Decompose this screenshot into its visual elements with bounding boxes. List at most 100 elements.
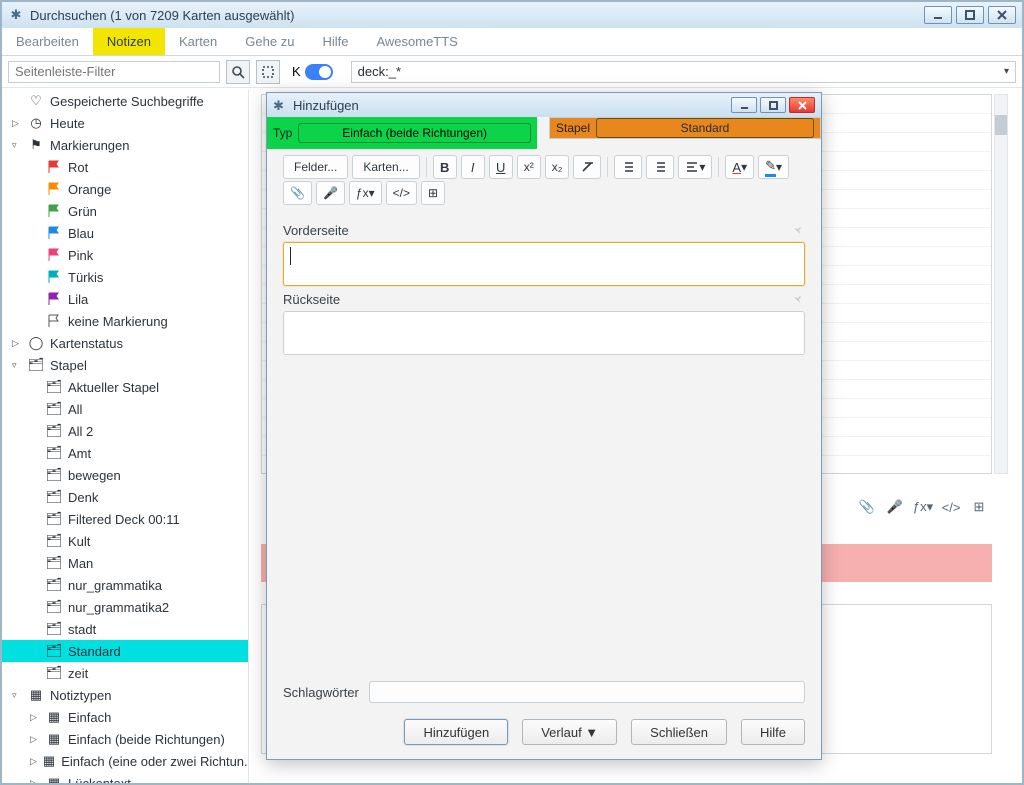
- highlight-color-button[interactable]: ✎▾: [758, 155, 789, 179]
- close-button-dlg[interactable]: Schließen: [631, 719, 727, 745]
- search-query-combo[interactable]: deck:_* ▾: [351, 61, 1016, 83]
- clock-icon: ◷: [28, 115, 44, 131]
- tree-decks-header[interactable]: ▿🗂Stapel: [2, 354, 248, 376]
- align-button[interactable]: ▾: [678, 155, 712, 179]
- expander-icon[interactable]: ▷: [30, 778, 40, 784]
- record-button[interactable]: 🎤: [316, 181, 345, 205]
- flag-rot[interactable]: Rot: [2, 156, 248, 178]
- ul-list-button[interactable]: [614, 155, 642, 179]
- text-color-button[interactable]: A▾: [725, 155, 754, 179]
- deck-nurg[interactable]: 🗂nur_grammatika: [2, 574, 248, 596]
- add-minimize-button[interactable]: [731, 97, 757, 113]
- subscript-button[interactable]: x₂: [545, 155, 570, 179]
- add-close-button[interactable]: [789, 97, 815, 113]
- pin-icon[interactable]: [791, 293, 805, 307]
- tree-flags-header[interactable]: ▿⚑Markierungen: [2, 134, 248, 156]
- fx-icon[interactable]: ƒx▾: [914, 498, 932, 516]
- flag-none[interactable]: keine Markierung: [2, 310, 248, 332]
- flag-orange[interactable]: Orange: [2, 178, 248, 200]
- close-button[interactable]: [988, 6, 1016, 24]
- tags-input[interactable]: [369, 681, 805, 703]
- deck-amt[interactable]: 🗂Amt: [2, 442, 248, 464]
- menu-hilfe[interactable]: Hilfe: [308, 28, 362, 55]
- fields-button[interactable]: Felder...: [283, 155, 348, 179]
- attach-button[interactable]: 📎: [283, 181, 312, 205]
- menu-notizen[interactable]: Notizen: [93, 28, 165, 55]
- maximize-button[interactable]: [956, 6, 984, 24]
- expander-icon[interactable]: ▿: [12, 140, 22, 151]
- cards-notes-toggle[interactable]: [305, 64, 333, 80]
- notetype-einfach-12[interactable]: ▷▦Einfach (eine oder zwei Richtun...: [2, 750, 248, 772]
- minimize-button[interactable]: [924, 6, 952, 24]
- deck-denk[interactable]: 🗂Denk: [2, 486, 248, 508]
- add-dialog-titlebar[interactable]: ✱ Hinzufügen: [267, 93, 821, 117]
- sidebar-tree[interactable]: ♡Gespeicherte Suchbegriffe ▷◷Heute ▿⚑Mar…: [2, 90, 248, 783]
- italic-button[interactable]: I: [461, 155, 485, 179]
- addon-icon[interactable]: ⊞: [970, 498, 988, 516]
- notetype-einfach-bd[interactable]: ▷▦Einfach (beide Richtungen): [2, 728, 248, 750]
- deck-all2[interactable]: 🗂All 2: [2, 420, 248, 442]
- flag-blau[interactable]: Blau: [2, 222, 248, 244]
- deck-all[interactable]: 🗂All: [2, 398, 248, 420]
- notetype-lueckentext[interactable]: ▷▦Lückentext: [2, 772, 248, 783]
- tree-saved-searches[interactable]: ♡Gespeicherte Suchbegriffe: [2, 90, 248, 112]
- expander-icon[interactable]: ▷: [30, 712, 40, 723]
- flag-gruen[interactable]: Grün: [2, 200, 248, 222]
- clear-format-button[interactable]: [573, 155, 601, 179]
- underline-button[interactable]: U: [489, 155, 513, 179]
- superscript-button[interactable]: x²: [517, 155, 541, 179]
- deck-selector[interactable]: Standard: [596, 118, 814, 138]
- menu-bearbeiten[interactable]: Bearbeiten: [2, 28, 93, 55]
- code-icon[interactable]: </>: [942, 498, 960, 516]
- notetype-einfach[interactable]: ▷▦Einfach: [2, 706, 248, 728]
- deck-icon: 🗂: [46, 533, 62, 549]
- tags-label: Schlagwörter: [283, 685, 359, 700]
- search-button[interactable]: [226, 60, 250, 84]
- flag-pink[interactable]: Pink: [2, 244, 248, 266]
- notetype-selector[interactable]: Einfach (beide Richtungen): [298, 123, 531, 143]
- deck-icon: 🗂: [46, 489, 62, 505]
- select-mode-button[interactable]: [256, 60, 280, 84]
- ol-list-button[interactable]: [646, 155, 674, 179]
- menu-karten[interactable]: Karten: [165, 28, 231, 55]
- addon-button[interactable]: ⊞: [421, 181, 445, 205]
- deck-filtered[interactable]: 🗂Filtered Deck 00:11: [2, 508, 248, 530]
- equation-button[interactable]: ƒx▾: [349, 181, 382, 205]
- deck-man[interactable]: 🗂Man: [2, 552, 248, 574]
- expander-icon[interactable]: ▷: [30, 734, 40, 745]
- expander-icon[interactable]: ▷: [12, 338, 22, 349]
- mic-icon[interactable]: 🎤: [886, 498, 904, 516]
- add-maximize-button[interactable]: [760, 97, 786, 113]
- menu-gehe-zu[interactable]: Gehe zu: [231, 28, 308, 55]
- deck-stadt[interactable]: 🗂stadt: [2, 618, 248, 640]
- sidebar-filter-input[interactable]: [8, 61, 220, 83]
- deck-zeit[interactable]: 🗂zeit: [2, 662, 248, 684]
- pin-icon[interactable]: [791, 224, 805, 238]
- back-field-input[interactable]: [283, 311, 805, 355]
- table-scrollbar[interactable]: [994, 94, 1008, 474]
- deck-bewegen[interactable]: 🗂bewegen: [2, 464, 248, 486]
- history-button[interactable]: Verlauf ▼: [522, 719, 617, 745]
- html-button[interactable]: </>: [386, 181, 417, 205]
- deck-kult[interactable]: 🗂Kult: [2, 530, 248, 552]
- tree-cardstate[interactable]: ▷◯Kartenstatus: [2, 332, 248, 354]
- add-button[interactable]: Hinzufügen: [404, 719, 508, 745]
- expander-icon[interactable]: ▿: [12, 360, 22, 371]
- attach-icon[interactable]: 📎: [858, 498, 876, 516]
- flag-tuerkis[interactable]: Türkis: [2, 266, 248, 288]
- front-field-input[interactable]: [283, 242, 805, 286]
- tree-today[interactable]: ▷◷Heute: [2, 112, 248, 134]
- bold-button[interactable]: B: [433, 155, 457, 179]
- deck-nurg2[interactable]: 🗂nur_grammatika2: [2, 596, 248, 618]
- browser-titlebar[interactable]: ✱ Durchsuchen (1 von 7209 Karten ausgewä…: [2, 2, 1022, 28]
- flag-lila[interactable]: Lila: [2, 288, 248, 310]
- help-button[interactable]: Hilfe: [741, 719, 805, 745]
- deck-aktuell[interactable]: 🗂Aktueller Stapel: [2, 376, 248, 398]
- tree-notetypes-header[interactable]: ▿▦Notiztypen: [2, 684, 248, 706]
- expander-icon[interactable]: ▷: [30, 756, 37, 767]
- menu-awesometts[interactable]: AwesomeTTS: [362, 28, 471, 55]
- cards-button[interactable]: Karten...: [352, 155, 419, 179]
- deck-standard[interactable]: 🗂Standard: [2, 640, 248, 662]
- expander-icon[interactable]: ▿: [12, 690, 22, 701]
- expander-icon[interactable]: ▷: [12, 118, 22, 129]
